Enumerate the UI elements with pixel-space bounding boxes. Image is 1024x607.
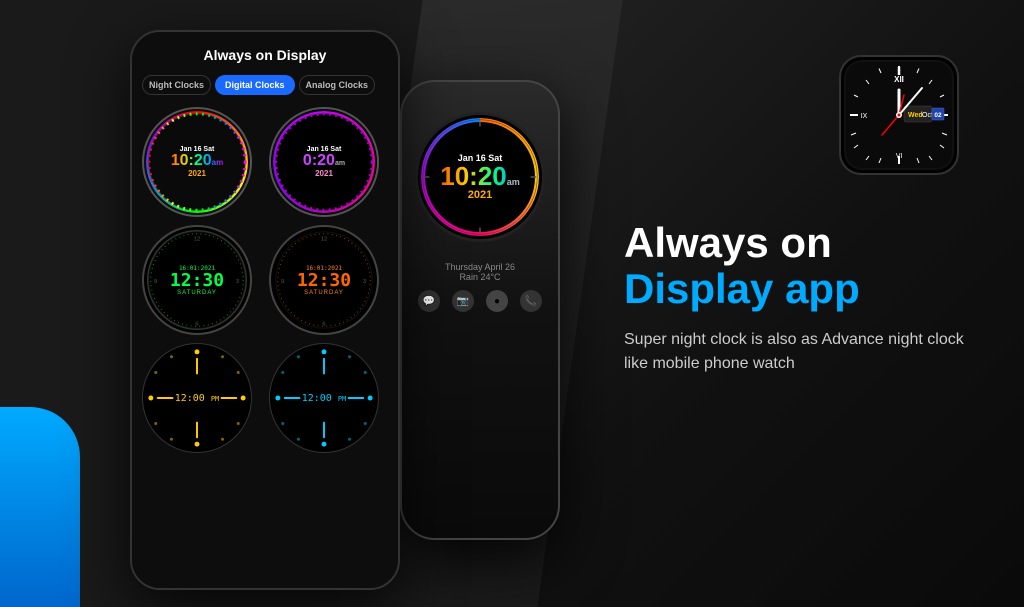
- tab-night-clocks[interactable]: Night Clocks: [142, 75, 211, 95]
- clock-orange-text: 16:01:2021 12:30 SATURDAY: [297, 265, 351, 296]
- big-clock-text: Jan 16 Sat 10:20am 2021: [440, 153, 520, 201]
- weather-date: Thursday April 26: [418, 262, 542, 272]
- phone-icon-camera: 📷: [452, 290, 474, 312]
- watch-face-svg: XII III VI IX Wed Oct 02: [844, 60, 954, 170]
- svg-text:12: 12: [194, 236, 200, 242]
- phone-icon-chat: 💬: [418, 290, 440, 312]
- phone-bottom-info: Thursday April 26 Rain 24°C 💬 📷 ● 📞: [418, 262, 542, 312]
- svg-text:02: 02: [934, 112, 942, 119]
- clock-minimal-yellow[interactable]: 12:00 PM: [142, 343, 252, 453]
- phone-icons-row: 💬 📷 ● 📞: [418, 290, 542, 312]
- clock-minimal-yellow-time: 12:00 PM: [175, 393, 220, 404]
- headline-line2: Display app: [624, 266, 984, 312]
- headline-line1: Always on: [624, 220, 984, 266]
- watch-body: XII III VI IX Wed Oct 02: [839, 55, 959, 175]
- clock-rainbow[interactable]: Jan 16 Sat 10:20am 2021: [142, 107, 252, 217]
- svg-text:6: 6: [322, 321, 325, 327]
- clock-green-day: SATURDAY: [170, 290, 224, 296]
- clock-purple[interactable]: Jan 16 Sat 0:20am 2021: [269, 107, 379, 217]
- phone-screen-title: Always on Display: [142, 47, 388, 63]
- svg-text:9: 9: [281, 279, 284, 285]
- clock-purple-text: Jan 16 Sat 0:20am 2021: [303, 146, 345, 178]
- phone-icon-phone: 📞: [520, 290, 542, 312]
- tab-analog-clocks[interactable]: Analog Clocks: [299, 75, 376, 95]
- svg-text:12: 12: [321, 236, 327, 242]
- clocks-grid: Jan 16 Sat 10:20am 2021 Jan 16 Sat 0:20a…: [142, 107, 388, 453]
- clock-rainbow-year: 2021: [171, 169, 223, 178]
- tab-digital-clocks[interactable]: Digital Clocks: [215, 75, 295, 95]
- clock-purple-time: 0:20am: [303, 153, 345, 169]
- clock-minimal-cyan-text: 12:00 PM: [302, 393, 347, 404]
- phone-mockup: Always on Display Night Clocks Digital C…: [130, 30, 400, 590]
- clock-minimal-cyan[interactable]: 12:00 PM: [269, 343, 379, 453]
- bg-blue-accent: [0, 407, 80, 607]
- svg-text:Oct: Oct: [922, 112, 933, 119]
- big-clock-time: 10:20am: [440, 163, 520, 189]
- analog-watch-icon: XII III VI IX Wed Oct 02: [839, 55, 959, 175]
- clock-green[interactable]: 12 3 6 9 16:01:2021 12:30 SATURDAY: [142, 225, 252, 335]
- clock-rainbow-time: 10:20am: [171, 153, 223, 169]
- svg-text:9: 9: [154, 279, 157, 285]
- clock-orange-day: SATURDAY: [297, 290, 351, 296]
- svg-text:6: 6: [195, 321, 198, 327]
- svg-text:VI: VI: [896, 153, 903, 160]
- clock-minimal-cyan-time: 12:00 PM: [302, 393, 347, 404]
- tabs-row: Night Clocks Digital Clocks Analog Clock…: [142, 75, 388, 95]
- right-panel: Always on Display app Super night clock …: [624, 220, 984, 376]
- clock-minimal-yellow-text: 12:00 PM: [175, 393, 220, 404]
- clock-green-time: 12:30: [170, 272, 224, 290]
- big-clock-face: Jan 16 Sat 10:20am 2021: [415, 112, 545, 242]
- clock-orange[interactable]: 12 3 6 9 16:01:2021 12:30 SATURDAY: [269, 225, 379, 335]
- clock-purple-year: 2021: [303, 169, 345, 178]
- phone-screen: Always on Display Night Clocks Digital C…: [132, 32, 398, 588]
- watch-face: XII III VI IX Wed Oct 02: [844, 60, 954, 170]
- clock-green-text: 16:01:2021 12:30 SATURDAY: [170, 265, 224, 296]
- weather-condition: Rain 24°C: [418, 272, 542, 282]
- subtitle-text: Super night clock is also as Advance nig…: [624, 328, 984, 376]
- big-phone-screen: Jan 16 Sat 10:20am 2021 Thursday April 2…: [402, 82, 558, 538]
- svg-text:XII: XII: [894, 75, 904, 84]
- clock-orange-time: 12:30: [297, 272, 351, 290]
- svg-text:Wed: Wed: [908, 112, 923, 119]
- svg-text:IX: IX: [861, 113, 868, 120]
- svg-text:3: 3: [363, 279, 366, 285]
- big-clock-phone: Jan 16 Sat 10:20am 2021 Thursday April 2…: [380, 80, 580, 580]
- big-phone-body: Jan 16 Sat 10:20am 2021 Thursday April 2…: [400, 80, 560, 540]
- phone-icon-dot: ●: [486, 290, 508, 312]
- clock-rainbow-text: Jan 16 Sat 10:20am 2021: [171, 146, 223, 178]
- svg-text:3: 3: [236, 279, 239, 285]
